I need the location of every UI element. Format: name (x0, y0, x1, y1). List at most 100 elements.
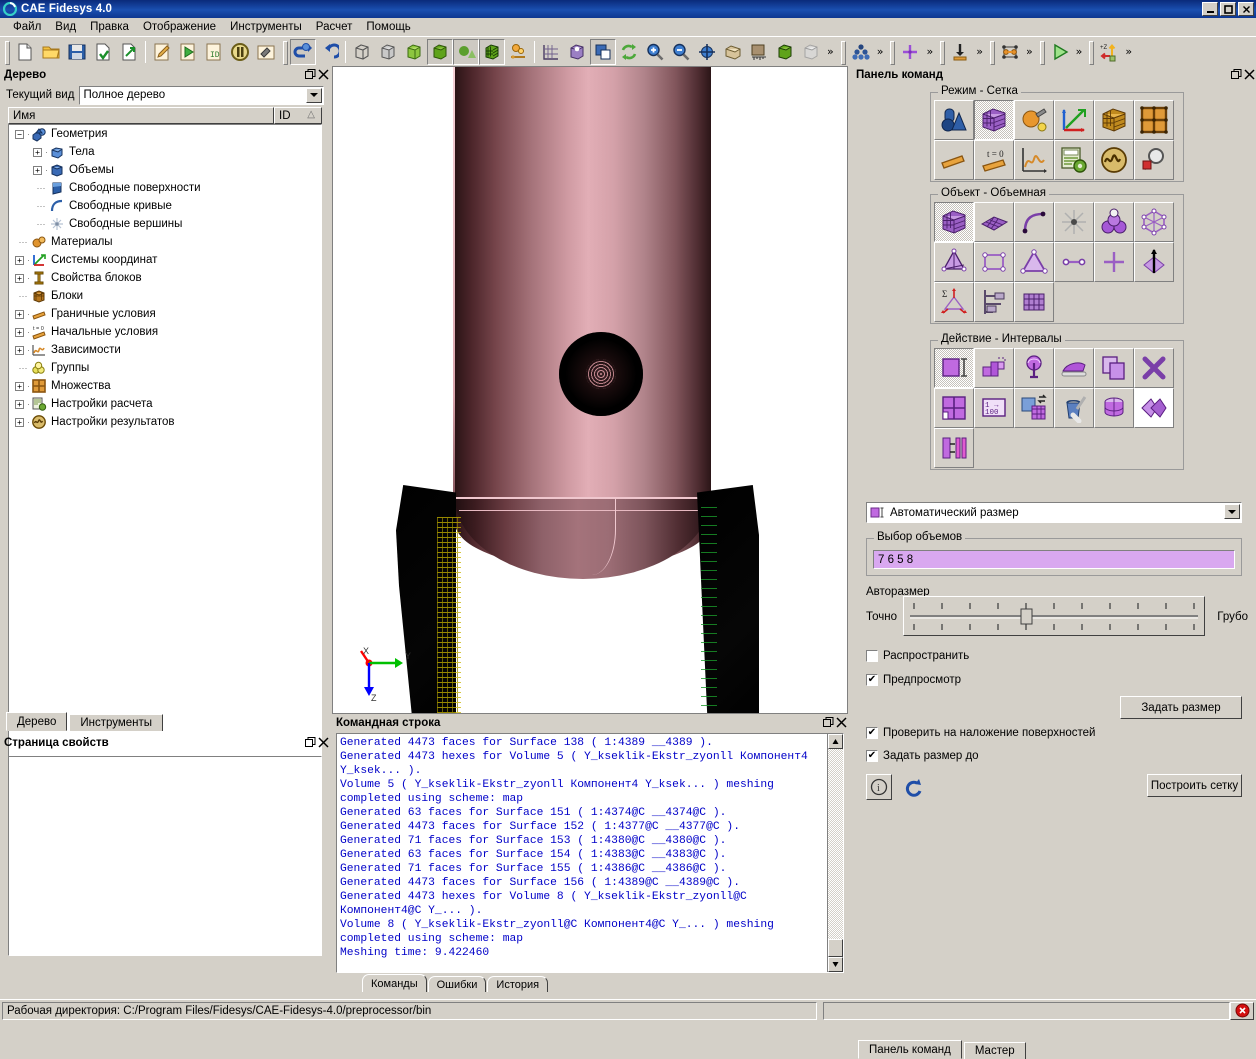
volume-selection-input[interactable]: 7 6 5 8 (873, 550, 1235, 569)
import-icon[interactable] (90, 39, 116, 65)
toolbar-grip-8[interactable] (1087, 40, 1095, 65)
tet-object-icon[interactable] (934, 242, 974, 282)
tree-item-8[interactable]: + · Системы координат (9, 251, 321, 269)
node-icon[interactable] (897, 39, 923, 65)
toolbar-overflow-6[interactable]: » (1073, 45, 1086, 58)
tri-object-icon[interactable] (1014, 242, 1054, 282)
scroll-thumb[interactable] (828, 939, 843, 957)
tree-item-12[interactable]: + · t = 0 Начальные условия (9, 323, 321, 341)
mesh-mode-icon[interactable] (974, 100, 1014, 140)
close-icon[interactable] (317, 68, 330, 81)
light-icon[interactable] (505, 39, 531, 65)
copy-mesh-icon[interactable] (1094, 348, 1134, 388)
toolbar-grip-4[interactable] (888, 40, 896, 65)
3d-viewport[interactable]: X Y Z (333, 67, 847, 713)
scroll-down-icon[interactable] (828, 957, 843, 972)
bias-icon[interactable] (974, 348, 1014, 388)
set-size-before-checkbox[interactable]: ✔ Задать размер до (866, 750, 979, 762)
sum-object-icon[interactable]: Σ (934, 282, 974, 322)
play-journal-icon[interactable] (175, 39, 201, 65)
expand-icon[interactable]: + (15, 309, 24, 319)
tree-item-17[interactable]: + · Настройки результатов (9, 413, 321, 431)
convert-icon[interactable] (1014, 388, 1054, 428)
menu-analysis[interactable]: Расчет (309, 19, 360, 35)
tree-item-6[interactable]: ⋯ Свободные вершины (9, 215, 321, 233)
pause-icon[interactable] (227, 39, 253, 65)
tab-wizard[interactable]: Мастер (963, 1042, 1026, 1059)
curve-object-icon[interactable] (1014, 202, 1054, 242)
journal-id-icon[interactable]: ID (201, 39, 227, 65)
toolbar-overflow-1[interactable]: » (824, 45, 837, 58)
expand-icon[interactable]: + (15, 327, 24, 337)
delete-mesh-icon[interactable] (1134, 348, 1174, 388)
tree-view[interactable]: − · Геометрия + · Тела + · Объемы ⋯ Свободные пове… (8, 124, 322, 764)
mesh-quality-icon[interactable] (1134, 388, 1174, 428)
toolbar-overflow-4[interactable]: » (973, 45, 986, 58)
wireframe-icon[interactable] (349, 39, 375, 65)
solver-settings-icon[interactable] (1054, 140, 1094, 180)
restore-icon[interactable] (1230, 68, 1243, 81)
edit-journal-icon[interactable] (149, 39, 175, 65)
tree-item-9[interactable]: + · Свойства блоков (9, 269, 321, 287)
results-settings-icon[interactable] (1094, 140, 1134, 180)
close-button[interactable] (1238, 2, 1254, 16)
edge-object-icon[interactable] (1054, 242, 1094, 282)
flatshade-icon[interactable] (427, 38, 453, 65)
tree-item-5[interactable]: ⋯ Свободные кривые (9, 197, 321, 215)
sweep-mesh-icon[interactable] (1094, 388, 1134, 428)
console-scrollbar[interactable] (827, 734, 843, 972)
tree-col-name[interactable]: Имя (8, 107, 274, 124)
ghost-icon[interactable] (798, 39, 824, 65)
overlap-icon[interactable] (590, 38, 616, 65)
expand-icon[interactable]: + (33, 147, 42, 157)
toolbar-overflow-5[interactable]: » (1023, 45, 1036, 58)
fit-icon[interactable] (694, 39, 720, 65)
grid-object-icon[interactable] (1014, 282, 1054, 322)
refine-icon[interactable] (934, 388, 974, 428)
boundary-condition-icon[interactable] (934, 140, 974, 180)
expand-icon[interactable]: + (15, 399, 24, 409)
propagate-checkbox[interactable]: Распространить (866, 650, 969, 662)
interval-size-icon[interactable] (934, 348, 974, 388)
tree-item-10[interactable]: ⋯ Блоки (9, 287, 321, 305)
error-stop-icon[interactable] (1230, 1001, 1254, 1020)
export-icon[interactable] (116, 39, 142, 65)
tree-item-3[interactable]: + · Объемы (9, 161, 321, 179)
close-icon[interactable] (317, 736, 330, 749)
expand-icon[interactable]: + (15, 381, 24, 391)
reset-icon[interactable] (290, 38, 316, 65)
expand-icon[interactable]: + (15, 273, 24, 283)
tree-item-11[interactable]: + · Граничные условия (9, 305, 321, 323)
block-mode-icon[interactable] (1094, 100, 1134, 140)
renumber-icon[interactable]: 1 → 100 (974, 388, 1014, 428)
close-icon[interactable] (1243, 68, 1256, 81)
tree-item-15[interactable]: + · Множества (9, 377, 321, 395)
tree-col-id[interactable]: ID △ (274, 107, 322, 124)
tab-tree[interactable]: Дерево (6, 712, 68, 731)
view-iso-icon[interactable] (720, 39, 746, 65)
toolbar-grip[interactable] (3, 40, 10, 65)
expand-icon[interactable]: + (33, 165, 42, 175)
mesh-icon[interactable] (479, 38, 505, 65)
toolbar-grip-5[interactable] (938, 40, 946, 65)
run-play-icon[interactable] (1047, 39, 1073, 65)
menu-help[interactable]: Помощь (359, 19, 417, 35)
tab-tools[interactable]: Инструменты (69, 714, 164, 731)
console-tab-errors[interactable]: Ошибки (427, 976, 487, 992)
hiddenline-icon[interactable] (375, 39, 401, 65)
console-tab-history[interactable]: История (487, 976, 549, 992)
toolbar-grip-2[interactable] (281, 40, 288, 65)
current-view-combo[interactable]: Полное дерево (79, 85, 324, 105)
chevron-down-icon[interactable] (1224, 504, 1240, 519)
volume-object-icon[interactable] (934, 202, 974, 242)
tree-item-4[interactable]: ⋯ Свободные поверхности (9, 179, 321, 197)
open-folder-icon[interactable] (38, 39, 64, 65)
expand-icon[interactable]: + (15, 255, 24, 265)
tree-item-1[interactable]: − · Геометрия (9, 125, 321, 143)
toolbar-grip-6[interactable] (988, 40, 995, 65)
axis-z-icon[interactable]: +Z (1096, 39, 1122, 65)
info-icon[interactable]: i (866, 774, 892, 800)
initial-condition-icon[interactable]: t = 0 (974, 140, 1014, 180)
menu-edit[interactable]: Правка (83, 19, 136, 35)
scroll-up-icon[interactable] (828, 734, 843, 749)
